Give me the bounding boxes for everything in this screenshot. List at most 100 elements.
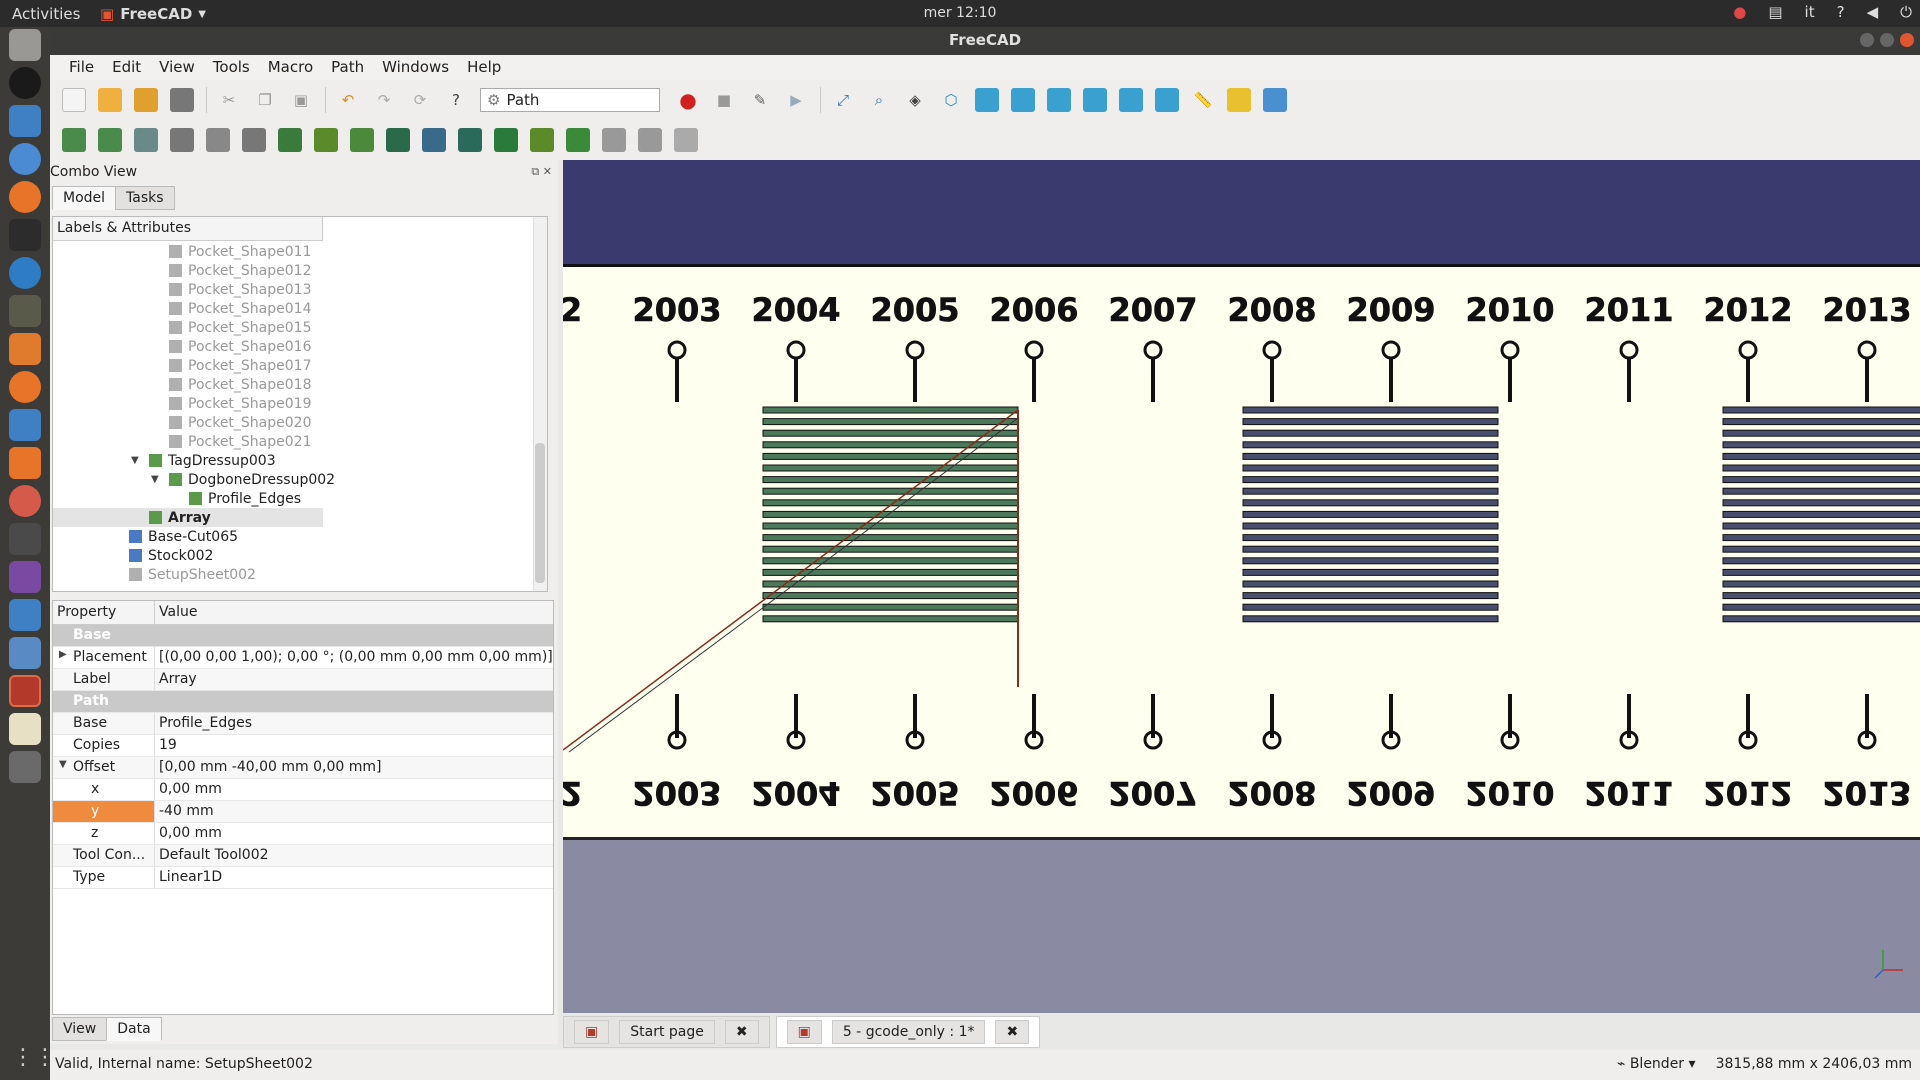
top-view-icon[interactable] bbox=[1011, 88, 1035, 112]
tree-item[interactable]: Pocket_Shape020 bbox=[151, 413, 311, 432]
tree-item[interactable]: Base-Cut065 bbox=[111, 527, 238, 546]
clipboard-icon[interactable]: ▤ bbox=[1768, 3, 1782, 21]
helix-icon[interactable] bbox=[458, 128, 482, 152]
drilling-icon[interactable] bbox=[422, 128, 446, 152]
dressup-icon[interactable] bbox=[566, 128, 590, 152]
post-process-icon[interactable] bbox=[98, 128, 122, 152]
redo-icon[interactable]: ↷ bbox=[372, 88, 396, 112]
menu-path[interactable]: Path bbox=[322, 55, 373, 80]
property-row[interactable]: Copies 19 bbox=[53, 735, 553, 757]
menu-macro[interactable]: Macro bbox=[259, 55, 322, 80]
maximize-button[interactable] bbox=[1880, 33, 1894, 47]
property-value[interactable]: 0,00 mm bbox=[155, 779, 553, 800]
tree-item[interactable]: Profile_Edges bbox=[171, 489, 301, 508]
refresh-icon[interactable]: ⟳ bbox=[408, 88, 432, 112]
sync-icon[interactable] bbox=[9, 409, 41, 441]
camera-icon[interactable]: ● bbox=[1733, 3, 1746, 21]
face-icon[interactable] bbox=[350, 128, 374, 152]
fit-all-icon[interactable]: ⤢ bbox=[831, 88, 855, 112]
tree-scrollbar[interactable] bbox=[533, 217, 547, 591]
property-row[interactable]: ▼ Offset [0,00 mm -40,00 mm 0,00 mm] bbox=[53, 757, 553, 779]
writer-icon[interactable] bbox=[9, 105, 41, 137]
draw-icon[interactable] bbox=[9, 333, 41, 365]
settings-icon[interactable] bbox=[9, 485, 41, 517]
edit-macro-icon[interactable]: ✎ bbox=[748, 88, 772, 112]
property-value[interactable]: Default Tool002 bbox=[155, 845, 553, 866]
property-value[interactable]: [(0,00 0,00 1,00); 0,00 °; (0,00 mm 0,00… bbox=[155, 647, 553, 668]
tab-data[interactable]: Data bbox=[106, 1017, 162, 1041]
bottom-view-icon[interactable] bbox=[1119, 88, 1143, 112]
expand-arrow-icon[interactable]: ▼ bbox=[151, 474, 163, 485]
minimize-button[interactable] bbox=[1860, 33, 1874, 47]
menu-windows[interactable]: Windows bbox=[373, 55, 458, 80]
job-icon[interactable] bbox=[62, 128, 86, 152]
scrollbar-thumb[interactable] bbox=[535, 443, 545, 583]
model-tree[interactable]: Labels & Attributes Pocket_Shape011 Pocke… bbox=[52, 216, 548, 592]
help-icon[interactable]: ? bbox=[1837, 3, 1845, 21]
tree-item[interactable]: Pocket_Shape012 bbox=[151, 261, 311, 280]
array-icon[interactable] bbox=[602, 128, 626, 152]
tree-item[interactable]: Pocket_Shape013 bbox=[151, 280, 311, 299]
tab-gcode-only[interactable]: ▣ 5 - gcode_only : 1* ✖ bbox=[775, 1016, 1041, 1048]
fit-selection-icon[interactable]: ⌕ bbox=[867, 88, 891, 112]
tree-item[interactable]: Pocket_Shape015 bbox=[151, 318, 311, 337]
network-icon[interactable] bbox=[9, 599, 41, 631]
property-row[interactable]: Tool Con... Default Tool002 bbox=[53, 845, 553, 867]
vcarve-icon[interactable] bbox=[530, 128, 554, 152]
chrome-icon[interactable] bbox=[9, 143, 41, 175]
rear-view-icon[interactable] bbox=[1083, 88, 1107, 112]
tool-controller-icon[interactable] bbox=[170, 128, 194, 152]
property-row[interactable]: Base Profile_Edges bbox=[53, 713, 553, 735]
video-icon[interactable] bbox=[9, 751, 41, 783]
group-icon[interactable] bbox=[1263, 88, 1287, 112]
property-row[interactable]: x 0,00 mm bbox=[53, 779, 553, 801]
property-value[interactable]: Profile_Edges bbox=[155, 713, 553, 734]
menu-tools[interactable]: Tools bbox=[204, 55, 259, 80]
property-row[interactable]: Type Linear1D bbox=[53, 867, 553, 889]
pocket-icon[interactable] bbox=[314, 128, 338, 152]
copy-icon[interactable]: ❐ bbox=[253, 88, 277, 112]
3d-viewport[interactable]: 2 2003 2004 2005 2006 2007 2008 2009 2010 2011 201… bbox=[563, 160, 1920, 1013]
property-value[interactable]: 19 bbox=[155, 735, 553, 756]
copy-path-icon[interactable] bbox=[638, 128, 662, 152]
left-view-icon[interactable] bbox=[1155, 88, 1179, 112]
clock[interactable]: mer 12:10 bbox=[0, 5, 1920, 21]
front-view-icon[interactable] bbox=[975, 88, 999, 112]
terminal-icon[interactable] bbox=[9, 219, 41, 251]
property-row[interactable]: ▶ Placement [(0,00 0,00 1,00); 0,00 °; (0,… bbox=[53, 647, 553, 669]
whats-this-icon[interactable]: ? bbox=[444, 88, 468, 112]
stock-icon[interactable] bbox=[242, 128, 266, 152]
part-icon[interactable] bbox=[1227, 88, 1251, 112]
tree-item[interactable]: Pocket_Shape014 bbox=[151, 299, 311, 318]
cut-icon[interactable]: ✂ bbox=[217, 88, 241, 112]
tab-view[interactable]: View bbox=[52, 1017, 108, 1041]
engrave-icon[interactable] bbox=[494, 128, 518, 152]
property-value[interactable]: [0,00 mm -40,00 mm 0,00 mm] bbox=[155, 757, 553, 778]
close-button[interactable] bbox=[1900, 33, 1914, 47]
tab-tasks[interactable]: Tasks bbox=[115, 186, 175, 210]
profile-icon[interactable] bbox=[278, 128, 302, 152]
tree-item[interactable]: Stock002 bbox=[111, 546, 213, 565]
menu-edit[interactable]: Edit bbox=[103, 55, 150, 80]
property-value[interactable]: 0,00 mm bbox=[155, 823, 553, 844]
tree-item[interactable]: Pocket_Shape017 bbox=[151, 356, 311, 375]
menu-help[interactable]: Help bbox=[458, 55, 510, 80]
run-macro-icon[interactable]: ▶ bbox=[784, 88, 808, 112]
tree-item[interactable]: Pocket_Shape011 bbox=[151, 242, 311, 261]
inkscape-icon[interactable] bbox=[9, 67, 41, 99]
sanity-icon[interactable] bbox=[206, 128, 230, 152]
software-icon[interactable] bbox=[9, 447, 41, 479]
isometric-view-icon[interactable]: ⬡ bbox=[939, 88, 963, 112]
measure-icon[interactable]: 📏 bbox=[1191, 88, 1215, 112]
tree-item[interactable]: SetupSheet002 bbox=[111, 565, 256, 584]
tree-item[interactable]: ▼ DogboneDressup002 bbox=[151, 470, 335, 489]
right-view-icon[interactable] bbox=[1047, 88, 1071, 112]
navigation-style[interactable]: ⌁ Blender ▾ bbox=[1617, 1056, 1696, 1072]
tab-model[interactable]: Model bbox=[52, 186, 117, 210]
property-row[interactable]: z 0,00 mm bbox=[53, 823, 553, 845]
tree-item[interactable]: Pocket_Shape018 bbox=[151, 375, 311, 394]
property-row[interactable]: Label Array bbox=[53, 669, 553, 691]
menu-file[interactable]: File bbox=[60, 55, 103, 80]
editor-icon[interactable] bbox=[9, 713, 41, 745]
media-icon[interactable] bbox=[9, 561, 41, 593]
